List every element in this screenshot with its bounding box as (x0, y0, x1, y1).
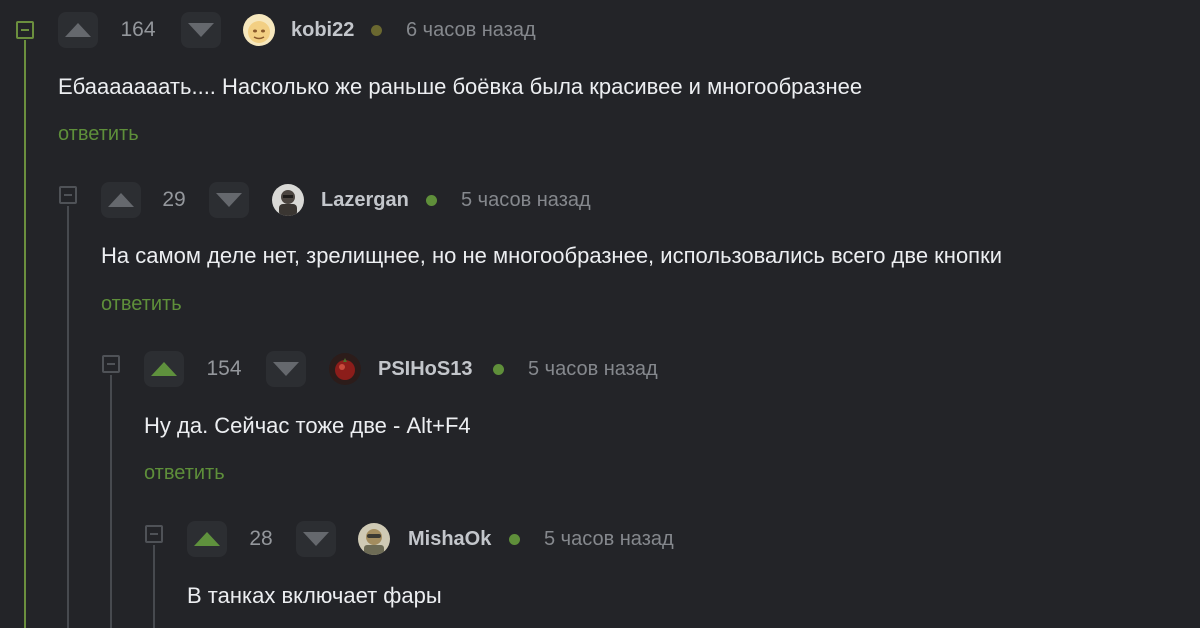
upvote-button[interactable] (144, 351, 184, 387)
status-dot-icon (426, 195, 437, 206)
arrow-down-icon (216, 193, 242, 207)
username-link[interactable]: kobi22 (291, 18, 354, 42)
comment-time[interactable]: 6 часов назад (406, 18, 536, 42)
arrow-up-icon (151, 362, 177, 376)
downvote-button[interactable] (209, 182, 249, 218)
collapse-thread-button[interactable] (145, 525, 163, 543)
status-dot-icon (493, 364, 504, 375)
comment-time[interactable]: 5 часов назад (461, 188, 591, 212)
collapse-thread-button[interactable] (16, 21, 34, 39)
collapse-thread-button[interactable] (102, 355, 120, 373)
comment-time[interactable]: 5 часов назад (544, 527, 674, 551)
avatar-icon[interactable] (243, 14, 275, 46)
status-dot-icon (509, 534, 520, 545)
downvote-button[interactable] (296, 521, 336, 557)
avatar-icon[interactable] (329, 353, 361, 385)
status-dot-icon (371, 25, 382, 36)
username-link[interactable]: MishaOk (408, 527, 491, 551)
reply-link[interactable]: ответить (144, 461, 225, 485)
thread-line (110, 375, 112, 628)
reply-link[interactable]: ответить (101, 292, 182, 316)
arrow-up-icon (108, 193, 134, 207)
arrow-down-icon (273, 362, 299, 376)
comment-text: Ебааааааать.... Насколько же раньше боёв… (58, 74, 863, 99)
downvote-button[interactable] (181, 12, 221, 48)
comment-rating: 164 (120, 18, 156, 41)
avatar-icon[interactable] (358, 523, 390, 555)
avatar-icon[interactable] (272, 184, 304, 216)
arrow-down-icon (188, 23, 214, 37)
comment-rating: 28 (249, 527, 273, 550)
thread-line (24, 40, 26, 628)
arrow-down-icon (303, 532, 329, 546)
comment-time[interactable]: 5 часов назад (528, 357, 658, 381)
upvote-button[interactable] (101, 182, 141, 218)
username-link[interactable]: PSIHoS13 (378, 357, 472, 381)
comment-text: В танках включает фары (187, 583, 442, 608)
upvote-button[interactable] (187, 521, 227, 557)
arrow-up-icon (194, 532, 220, 546)
collapse-thread-button[interactable] (59, 186, 77, 204)
comment-text: На самом деле нет, зрелищнее, но не мног… (101, 243, 1003, 268)
arrow-up-icon (65, 23, 91, 37)
comment-rating: 154 (206, 357, 242, 380)
comment-rating: 29 (162, 188, 186, 211)
username-link[interactable]: Lazergan (321, 188, 409, 212)
comment-text: Ну да. Сейчас тоже две - Alt+F4 (144, 413, 471, 438)
reply-link[interactable]: ответить (58, 122, 139, 146)
thread-line (153, 545, 155, 628)
upvote-button[interactable] (58, 12, 98, 48)
thread-line (67, 206, 69, 628)
downvote-button[interactable] (266, 351, 306, 387)
